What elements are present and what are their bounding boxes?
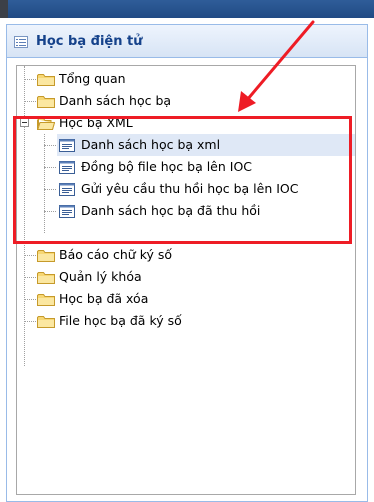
tree-item-hoc-ba-xml[interactable]: Học bạ XML: [17, 112, 355, 134]
tree-item-label: Danh sách học bạ đã thu hồi: [81, 203, 261, 218]
tree-item-label: Đồng bộ file học bạ lên IOC: [81, 159, 253, 174]
document-list-icon: [59, 205, 75, 218]
tree-item-gui-yeu-cau-thu-hoi[interactable]: Gửi yêu cầu thu hồi học bạ lên IOC: [57, 178, 355, 200]
tree-item-label: File học bạ đã ký số: [59, 313, 182, 328]
top-bar: [0, 0, 374, 20]
tree-connector: [44, 167, 56, 168]
tree-item-label: Quản lý khóa: [59, 269, 142, 284]
tree-list-icon: [14, 36, 28, 48]
folder-icon: [37, 74, 55, 86]
tree-item-dong-bo-file-hoc-ba[interactable]: Đồng bộ file học bạ lên IOC: [57, 156, 355, 178]
tree-connector: [44, 189, 56, 190]
tree-item-label: Học bạ XML: [59, 115, 133, 130]
panel-header[interactable]: Học bạ điện tử: [7, 25, 367, 58]
tree-item-label: Học bạ đã xóa: [59, 291, 149, 306]
tree-item-tong-quan[interactable]: Tổng quan: [17, 68, 355, 90]
tree-item-label: Danh sách học bạ: [59, 93, 172, 108]
tree-item-label: Tổng quan: [59, 71, 126, 86]
folder-icon: [37, 96, 55, 108]
document-list-icon: [59, 161, 75, 174]
tree-item-label: Gửi yêu cầu thu hồi học bạ lên IOC: [81, 181, 299, 196]
navigation-panel: Học bạ điện tử Tổng quan Danh sách học b…: [6, 24, 368, 502]
tree-item-file-hoc-ba-da-ky-so[interactable]: File học bạ đã ký số: [17, 310, 355, 332]
tree-item-label: Danh sách học bạ xml: [81, 137, 221, 152]
tree-item-danh-sach-hoc-ba[interactable]: Danh sách học bạ: [17, 90, 355, 112]
tree-item-hoc-ba-da-xoa[interactable]: Học bạ đã xóa: [17, 288, 355, 310]
tree-view: Tổng quan Danh sách học bạ Học bạ XML Da…: [16, 65, 356, 495]
top-bar-edge: [0, 0, 8, 18]
document-list-icon: [59, 183, 75, 196]
tree-item-bao-cao-chu-ky-so[interactable]: Báo cáo chữ ký số: [17, 244, 355, 266]
tree-connector: [44, 145, 56, 146]
tree-item-danh-sach-hoc-ba-xml[interactable]: Danh sách học bạ xml: [57, 134, 355, 156]
tree-item-label: Báo cáo chữ ký số: [59, 247, 173, 262]
folder-icon: [37, 250, 55, 262]
tree-item-danh-sach-da-thu-hoi[interactable]: Danh sách học bạ đã thu hồi: [57, 200, 355, 222]
tree-item-quan-ly-khoa[interactable]: Quản lý khóa: [17, 266, 355, 288]
top-bar-fill: [8, 0, 374, 18]
collapse-toggle-icon[interactable]: [20, 118, 29, 127]
tree-connector: [44, 211, 56, 212]
document-list-icon: [59, 139, 75, 152]
panel-title: Học bạ điện tử: [36, 34, 143, 49]
folder-icon: [37, 316, 55, 328]
folder-open-icon: [37, 118, 55, 130]
folder-icon: [37, 272, 55, 284]
tree-connector: [44, 134, 45, 233]
folder-icon: [37, 294, 55, 306]
